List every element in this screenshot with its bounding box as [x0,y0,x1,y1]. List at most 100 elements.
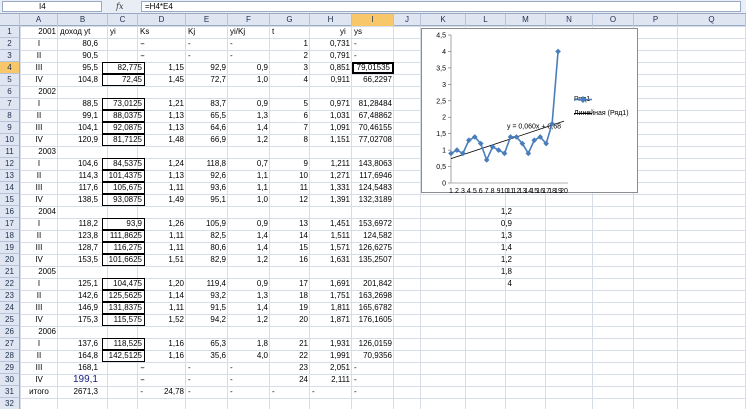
row-header-13[interactable]: 13 [0,170,20,182]
cell-d2[interactable]: - [140,38,186,50]
cell-g10[interactable]: 8 [270,134,310,146]
cell-f19[interactable]: 1,4 [228,242,270,254]
cell-b11[interactable] [58,146,100,158]
cell-b19[interactable]: 128,7 [58,242,100,254]
cell-g31[interactable]: - [270,386,310,398]
cell-a30[interactable]: IV [20,374,58,386]
cell-d23[interactable]: 1,14 [140,290,186,302]
cell-g4[interactable]: 3 [270,62,310,74]
cell-e3[interactable]: - [186,50,228,62]
data-point-marker[interactable] [507,134,514,140]
row-header-32[interactable]: 32 [0,398,20,409]
row-header-23[interactable]: 23 [0,290,20,302]
cell-h10[interactable]: 1,151 [310,134,352,146]
cell-i1[interactable]: ys [352,26,382,38]
name-box[interactable]: I4 [2,1,102,12]
row-header-16[interactable]: 16 [0,206,20,218]
cell-f8[interactable]: 1,3 [228,110,270,122]
cell-g16[interactable] [270,206,310,218]
cell-i17[interactable]: 153,6972 [352,218,394,230]
cell-i15[interactable]: 132,3189 [352,194,394,206]
cell-a23[interactable]: II [20,290,58,302]
cell-g1[interactable]: t [270,26,300,38]
row-header-6[interactable]: 6 [0,86,20,98]
cell-g13[interactable]: 10 [270,170,310,182]
cell-c15[interactable]: 93,0875 [102,194,145,206]
row-header-20[interactable]: 20 [0,254,20,266]
column-header-i[interactable]: I [352,14,394,26]
cell-f27[interactable]: 1,8 [228,338,270,350]
cell-a5[interactable]: IV [20,74,58,86]
cell-d18[interactable]: 1,11 [140,230,186,242]
cell-g5[interactable]: 4 [270,74,310,86]
row-header-15[interactable]: 15 [0,194,20,206]
cell-d10[interactable]: 1,48 [140,134,186,146]
row-header-26[interactable]: 26 [0,326,20,338]
cell-e30[interactable]: - [186,374,228,386]
cell-h29[interactable]: 2,051 [310,362,352,374]
cell-f28[interactable]: 4,0 [228,350,270,362]
cell-a2[interactable]: I [20,38,58,50]
cell-a24[interactable]: III [20,302,58,314]
cell-i27[interactable]: 126,0159 [352,338,394,350]
cell-h2[interactable]: 0,731 [310,38,352,50]
cell-a18[interactable]: II [20,230,58,242]
cell-k17[interactable]: 0,9 [466,218,514,230]
cell-h30[interactable]: 2,111 [310,374,352,386]
row-header-19[interactable]: 19 [0,242,20,254]
column-header-p[interactable]: P [634,14,678,26]
cell-e6[interactable] [186,86,228,98]
row-header-11[interactable]: 11 [0,146,20,158]
row-header-14[interactable]: 14 [0,182,20,194]
cell-d9[interactable]: 1,13 [140,122,186,134]
column-header-d[interactable]: D [138,14,186,26]
row-header-1[interactable]: 1 [0,26,20,38]
cell-g29[interactable]: 23 [270,362,310,374]
row-header-28[interactable]: 28 [0,350,20,362]
column-header-b[interactable]: B [58,14,108,26]
cell-d19[interactable]: 1,11 [140,242,186,254]
cell-i7[interactable]: 81,28484 [352,98,394,110]
cell-f25[interactable]: 1,2 [228,314,270,326]
column-header-n[interactable]: N [546,14,593,26]
cell-a3[interactable]: II [20,50,58,62]
cell-b7[interactable]: 88,5 [58,98,100,110]
cell-h23[interactable]: 1,751 [310,290,352,302]
cell-f11[interactable] [228,146,270,158]
cell-f18[interactable]: 1,4 [228,230,270,242]
row-header-22[interactable]: 22 [0,278,20,290]
select-all-corner[interactable] [0,14,20,26]
formula-input[interactable]: =H4*E4 [141,1,741,12]
cell-h14[interactable]: 1,331 [310,182,352,194]
cell-h4[interactable]: 0,851 [310,62,352,74]
cell-c6[interactable] [102,86,145,98]
cell-a8[interactable]: II [20,110,58,122]
cell-i9[interactable]: 70,46155 [352,122,394,134]
cell-k16[interactable]: 1,2 [466,206,514,218]
cell-b3[interactable]: 90,5 [58,50,100,62]
cell-d5[interactable]: 1,45 [140,74,186,86]
cell-d25[interactable]: 1,52 [140,314,186,326]
cell-d16[interactable] [140,206,186,218]
cell-i25[interactable]: 176,1605 [352,314,394,326]
cell-g28[interactable]: 22 [270,350,310,362]
cell-c26[interactable] [102,326,145,338]
cell-c23[interactable]: 125,5625 [102,290,145,302]
cell-d1[interactable]: Ks [138,26,178,38]
cell-f10[interactable]: 1,2 [228,134,270,146]
cell-f30[interactable]: - [228,374,270,386]
cell-i21[interactable] [352,266,394,278]
cell-e27[interactable]: 65,3 [186,338,228,350]
cell-e31[interactable]: - [186,386,228,398]
cell-g17[interactable]: 13 [270,218,310,230]
cell-d24[interactable]: 1,11 [140,302,186,314]
cell-a19[interactable]: III [20,242,58,254]
cell-c3[interactable]: - [102,50,145,62]
cell-d21[interactable] [140,266,186,278]
cell-g11[interactable] [270,146,310,158]
cell-i20[interactable]: 135,2507 [352,254,394,266]
cell-e7[interactable]: 83,7 [186,98,228,110]
cell-i26[interactable] [352,326,394,338]
cell-c11[interactable] [102,146,145,158]
column-header-e[interactable]: E [186,14,228,26]
